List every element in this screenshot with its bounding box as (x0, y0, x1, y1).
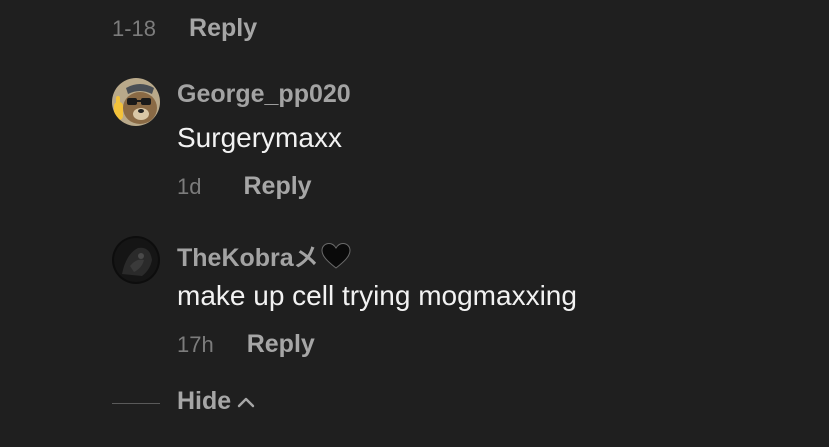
comment-username[interactable]: George_pp020 (177, 80, 351, 109)
avatar[interactable] (112, 236, 160, 284)
dark-figure-avatar-image (112, 236, 160, 284)
comment-time: 17h (177, 332, 214, 357)
reply-button[interactable]: Reply (243, 172, 311, 201)
dog-avatar-image (112, 78, 160, 126)
reply-button[interactable]: Reply (189, 14, 257, 43)
comment-time: 1-18 (112, 16, 157, 41)
comment-username[interactable]: TheKobraメ (177, 238, 351, 274)
comment-thread: 1-18 Reply George_pp020 Surgerymaxx 1d R… (0, 0, 829, 447)
comment-time: 1d (177, 174, 202, 199)
avatar[interactable] (112, 78, 160, 126)
username-text: TheKobraメ (177, 244, 319, 272)
reply-button[interactable]: Reply (247, 330, 315, 359)
hide-label: Hide (177, 387, 232, 415)
comment-meta-row: 1-18 Reply (112, 14, 257, 43)
hide-divider (112, 403, 160, 404)
comment-meta-row: 17h Reply (177, 330, 315, 359)
comment-text: make up cell trying mogmaxxing (177, 280, 577, 311)
black-heart-icon (321, 242, 351, 269)
comment-text: Surgerymaxx (177, 122, 342, 153)
hide-replies-button[interactable]: Hide (177, 387, 255, 416)
chevron-up-icon (237, 397, 255, 407)
comment-meta-row: 1d Reply (177, 172, 312, 201)
